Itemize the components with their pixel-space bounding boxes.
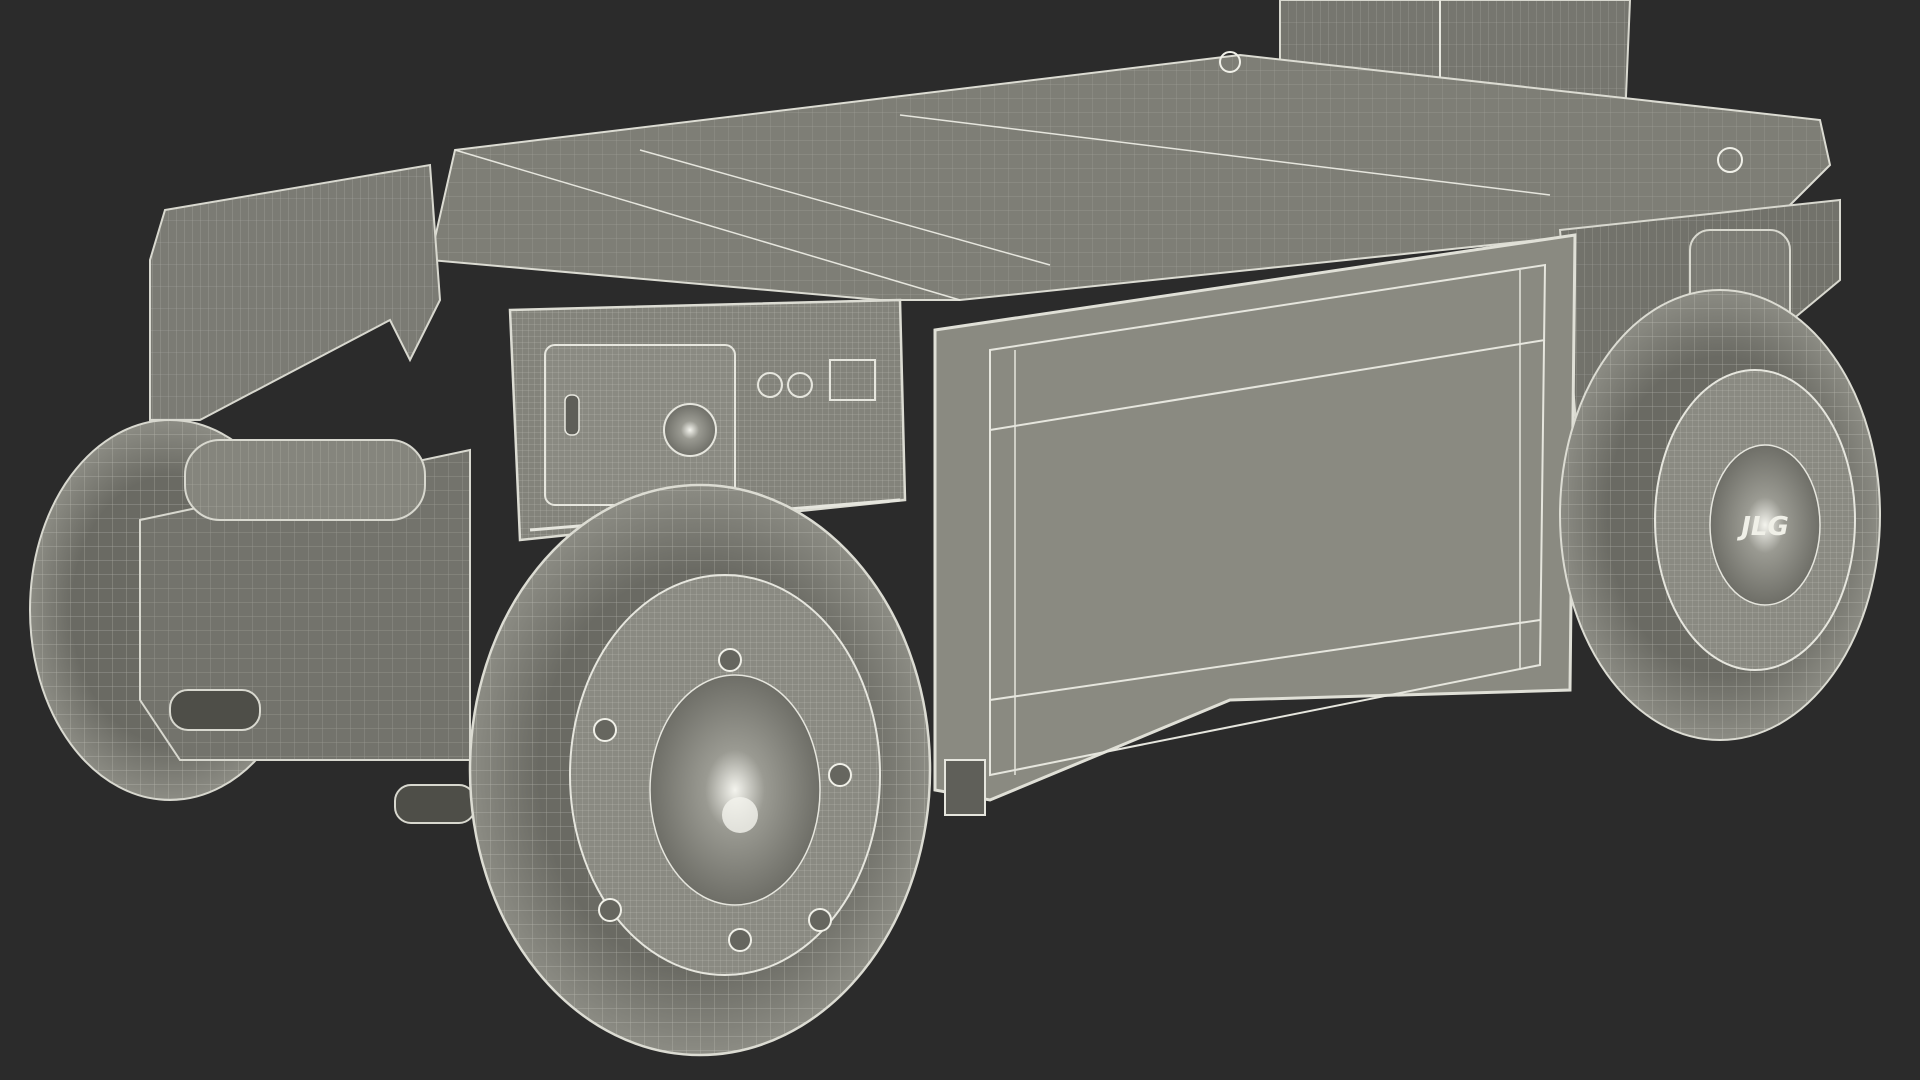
key-switch-icon xyxy=(564,394,580,436)
control-knob-icon xyxy=(663,403,717,457)
wheel-hub-icon xyxy=(649,674,821,906)
side-cabinet xyxy=(933,233,1577,816)
rear-frame xyxy=(139,163,476,824)
hub-logo-text: JLG xyxy=(1736,512,1789,542)
front-wheel xyxy=(468,483,932,1057)
wireframe-scene: JLG xyxy=(29,0,1881,1057)
right-wheel: JLG xyxy=(1559,289,1881,741)
render-viewport: JLG xyxy=(0,0,1920,1080)
